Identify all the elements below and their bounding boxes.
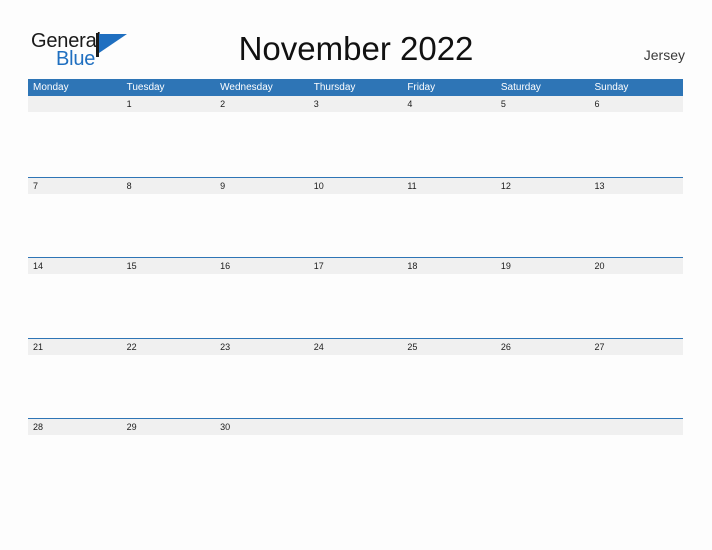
day-number[interactable]: 26 <box>496 339 590 355</box>
day-note-cell[interactable] <box>309 355 403 419</box>
weekday-header-thursday: Thursday <box>313 82 356 93</box>
day-number[interactable]: 29 <box>122 419 216 435</box>
day-number[interactable]: 11 <box>402 178 496 194</box>
day-number[interactable]: 18 <box>402 258 496 274</box>
day-note-cell[interactable] <box>496 355 590 419</box>
day-number[interactable]: 7 <box>28 178 122 194</box>
week-note-area <box>28 435 683 499</box>
day-number[interactable]: 4 <box>402 96 496 112</box>
day-note-cell[interactable] <box>215 112 309 176</box>
weekday-header-tuesday: Tuesday <box>126 82 165 93</box>
week-date-strip: 28 29 30 <box>28 419 683 435</box>
calendar-grid: Monday Tuesday Wednesday Thursday Friday… <box>28 79 683 499</box>
weekday-header-row: Monday Tuesday Wednesday Thursday Friday… <box>28 79 683 96</box>
day-note-cell[interactable] <box>402 355 496 419</box>
day-note-cell[interactable] <box>496 435 590 499</box>
weekday-header-friday: Friday <box>407 82 436 93</box>
day-note-cell[interactable] <box>402 435 496 499</box>
week-note-area <box>28 274 683 338</box>
locale-label: Jersey <box>643 47 685 63</box>
page-header: General Blue November 2022 Jersey <box>0 0 712 78</box>
day-number[interactable]: 14 <box>28 258 122 274</box>
day-number[interactable]: 23 <box>215 339 309 355</box>
page-title: November 2022 <box>238 30 474 67</box>
day-note-cell[interactable] <box>402 112 496 176</box>
day-number[interactable] <box>28 96 122 112</box>
day-note-cell[interactable] <box>309 435 403 499</box>
day-note-cell[interactable] <box>309 194 403 258</box>
day-number[interactable]: 15 <box>122 258 216 274</box>
day-note-cell[interactable] <box>402 194 496 258</box>
day-note-cell[interactable] <box>28 194 122 258</box>
week-date-strip: 7 8 9 10 11 12 13 <box>28 177 683 194</box>
day-number[interactable]: 5 <box>496 96 590 112</box>
day-number[interactable]: 8 <box>122 178 216 194</box>
day-note-cell[interactable] <box>589 435 683 499</box>
day-number[interactable]: 12 <box>496 178 590 194</box>
day-note-cell[interactable] <box>122 355 216 419</box>
week-date-strip: 21 22 23 24 25 26 27 <box>28 338 683 355</box>
week-row: 1 2 3 4 5 6 <box>28 96 683 177</box>
day-number[interactable]: 19 <box>496 258 590 274</box>
week-row: 28 29 30 <box>28 418 683 499</box>
day-number[interactable]: 13 <box>589 178 683 194</box>
day-number[interactable]: 6 <box>589 96 683 112</box>
day-number[interactable] <box>309 419 403 435</box>
day-note-cell[interactable] <box>122 274 216 338</box>
day-number[interactable] <box>496 419 590 435</box>
day-number[interactable]: 25 <box>402 339 496 355</box>
week-note-area <box>28 112 683 176</box>
day-note-cell[interactable] <box>496 194 590 258</box>
week-date-strip: 1 2 3 4 5 6 <box>28 96 683 112</box>
weekday-header-sunday: Sunday <box>594 82 629 93</box>
day-number[interactable] <box>589 419 683 435</box>
day-note-cell[interactable] <box>215 274 309 338</box>
day-note-cell[interactable] <box>496 112 590 176</box>
week-row: 14 15 16 17 18 19 20 <box>28 257 683 338</box>
day-number[interactable]: 20 <box>589 258 683 274</box>
week-date-strip: 14 15 16 17 18 19 20 <box>28 258 683 274</box>
day-note-cell[interactable] <box>215 194 309 258</box>
day-number[interactable]: 1 <box>122 96 216 112</box>
day-number[interactable]: 17 <box>309 258 403 274</box>
day-number[interactable]: 28 <box>28 419 122 435</box>
day-note-cell[interactable] <box>215 435 309 499</box>
day-number[interactable]: 27 <box>589 339 683 355</box>
day-note-cell[interactable] <box>496 274 590 338</box>
weekday-header-saturday: Saturday <box>500 82 541 93</box>
day-note-cell[interactable] <box>309 112 403 176</box>
week-note-area <box>28 354 683 419</box>
day-number[interactable]: 3 <box>309 96 403 112</box>
week-note-area <box>28 193 683 258</box>
week-row: 21 22 23 24 25 26 27 <box>28 337 683 419</box>
day-note-cell[interactable] <box>589 112 683 176</box>
day-note-cell[interactable] <box>402 274 496 338</box>
day-note-cell[interactable] <box>28 435 122 499</box>
day-number[interactable]: 22 <box>122 339 216 355</box>
day-note-cell[interactable] <box>589 194 683 258</box>
day-note-cell[interactable] <box>28 112 122 176</box>
day-note-cell[interactable] <box>309 274 403 338</box>
week-row: 7 8 9 10 11 12 13 <box>28 176 683 258</box>
weekday-header-wednesday: Wednesday <box>220 82 273 93</box>
day-number[interactable]: 24 <box>309 339 403 355</box>
day-number[interactable]: 16 <box>215 258 309 274</box>
day-number[interactable]: 2 <box>215 96 309 112</box>
day-note-cell[interactable] <box>122 112 216 176</box>
day-note-cell[interactable] <box>589 274 683 338</box>
weekday-header-monday: Monday <box>33 82 69 93</box>
day-note-cell[interactable] <box>122 194 216 258</box>
day-number[interactable]: 30 <box>215 419 309 435</box>
day-note-cell[interactable] <box>215 355 309 419</box>
day-note-cell[interactable] <box>28 355 122 419</box>
day-number[interactable]: 9 <box>215 178 309 194</box>
day-number[interactable] <box>402 419 496 435</box>
day-note-cell[interactable] <box>28 274 122 338</box>
day-number[interactable]: 21 <box>28 339 122 355</box>
day-note-cell[interactable] <box>589 355 683 419</box>
day-note-cell[interactable] <box>122 435 216 499</box>
day-number[interactable]: 10 <box>309 178 403 194</box>
